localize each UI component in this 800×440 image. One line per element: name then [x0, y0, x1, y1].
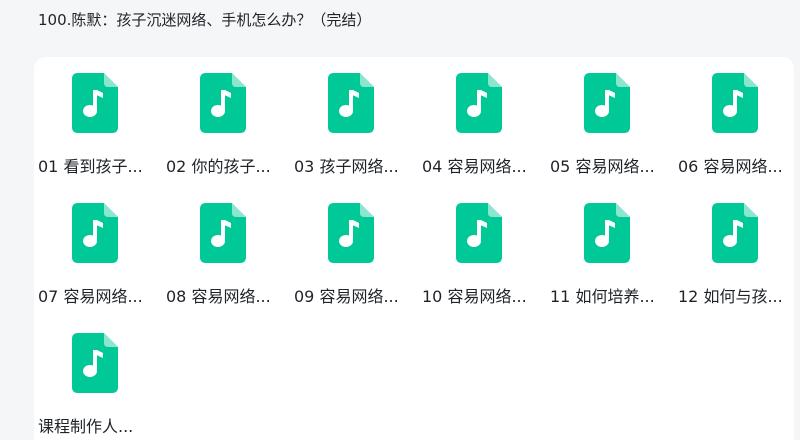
audio-file-icon — [456, 73, 502, 133]
file-name: 02 你的孩子... — [166, 157, 271, 176]
file-name: 08 容易网络... — [166, 287, 271, 306]
file-item-6[interactable]: 06 容易网络... — [674, 71, 800, 201]
file-grid: 01 看到孩子... 02 你的孩子... 03 孩子网络... 04 容易网络… — [34, 71, 800, 440]
file-item-8[interactable]: 08 容易网络... — [162, 201, 290, 331]
audio-file-icon — [456, 203, 502, 263]
file-name: 01 看到孩子... — [38, 157, 143, 176]
audio-file-icon — [200, 203, 246, 263]
audio-file-icon — [72, 333, 118, 393]
audio-file-icon — [72, 203, 118, 263]
file-name: 06 容易网络... — [678, 157, 783, 176]
file-item-11[interactable]: 11 如何培养... — [546, 201, 674, 331]
file-grid-panel: 01 看到孩子... 02 你的孩子... 03 孩子网络... 04 容易网络… — [34, 57, 794, 440]
file-item-1[interactable]: 01 看到孩子... — [34, 71, 162, 201]
audio-file-icon — [328, 203, 374, 263]
file-item-10[interactable]: 10 容易网络... — [418, 201, 546, 331]
file-name: 04 容易网络... — [422, 157, 527, 176]
file-item-4[interactable]: 04 容易网络... — [418, 71, 546, 201]
file-name: 07 容易网络... — [38, 287, 143, 306]
audio-file-icon — [584, 203, 630, 263]
file-item-5[interactable]: 05 容易网络... — [546, 71, 674, 201]
audio-file-icon — [584, 73, 630, 133]
file-name: 03 孩子网络... — [294, 157, 399, 176]
file-item-7[interactable]: 07 容易网络... — [34, 201, 162, 331]
file-item-3[interactable]: 03 孩子网络... — [290, 71, 418, 201]
file-item-13[interactable]: 课程制作人... — [34, 331, 162, 440]
file-name: 05 容易网络... — [550, 157, 655, 176]
audio-file-icon — [712, 203, 758, 263]
file-item-2[interactable]: 02 你的孩子... — [162, 71, 290, 201]
folder-title: 100.陈默：孩子沉迷网络、手机怎么办？（完结） — [38, 11, 372, 29]
file-name: 12 如何与孩... — [678, 287, 783, 306]
file-name: 课程制作人... — [38, 417, 134, 436]
audio-file-icon — [712, 73, 758, 133]
audio-file-icon — [200, 73, 246, 133]
audio-file-icon — [72, 73, 118, 133]
file-name: 11 如何培养... — [550, 287, 655, 306]
file-name: 09 容易网络... — [294, 287, 399, 306]
audio-file-icon — [328, 73, 374, 133]
file-browser: 100.陈默：孩子沉迷网络、手机怎么办？（完结） 01 看到孩子... 02 你… — [0, 0, 800, 440]
file-name: 10 容易网络... — [422, 287, 527, 306]
file-item-9[interactable]: 09 容易网络... — [290, 201, 418, 331]
file-item-12[interactable]: 12 如何与孩... — [674, 201, 800, 331]
